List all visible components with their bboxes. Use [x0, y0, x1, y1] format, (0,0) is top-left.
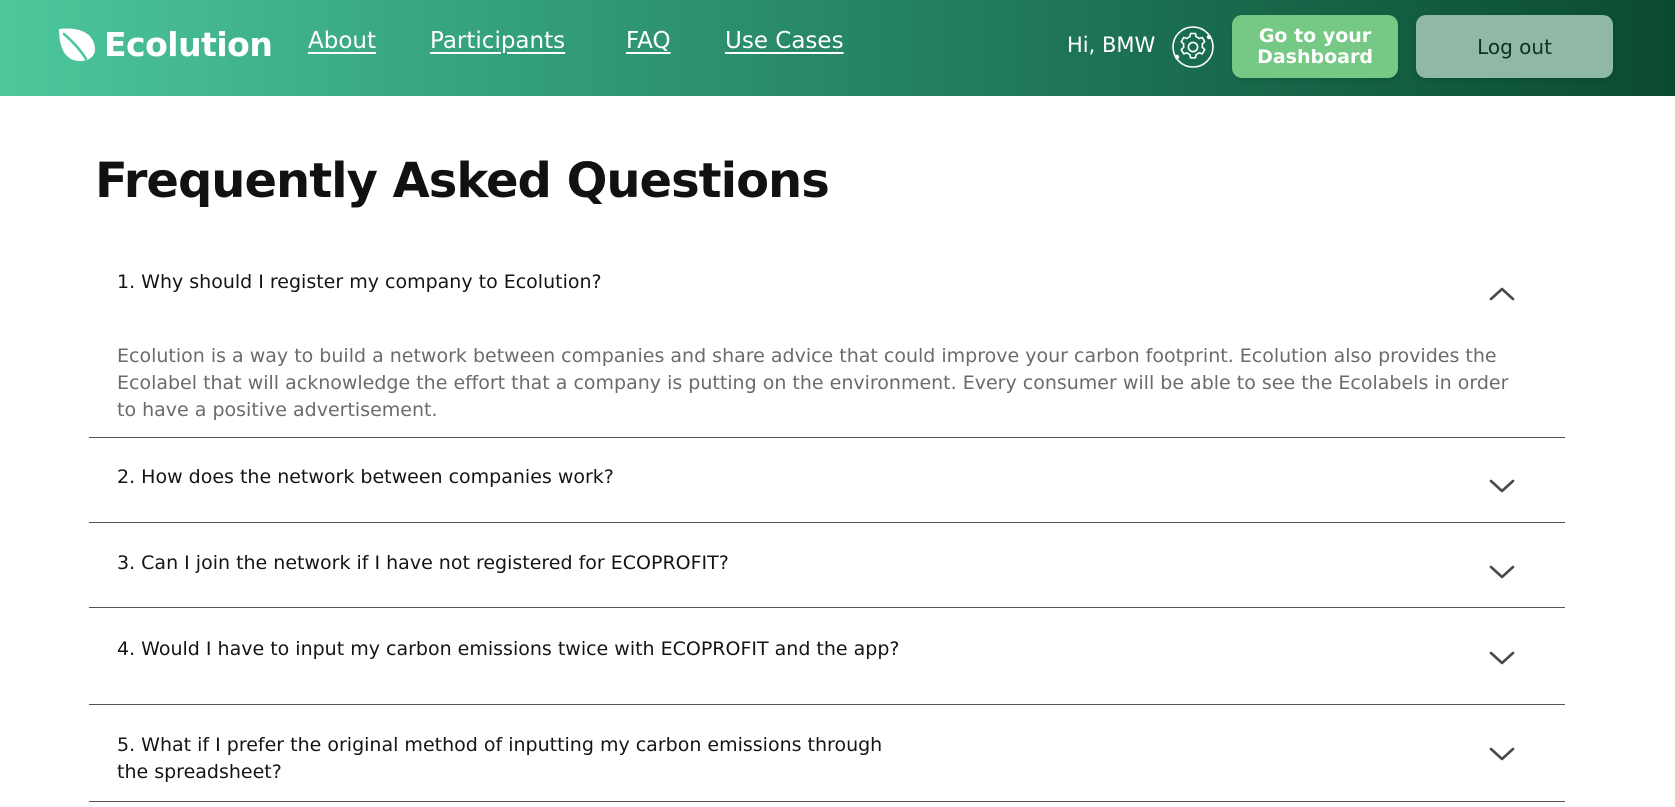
- faq-question[interactable]: 5. What if I prefer the original method …: [117, 732, 917, 786]
- brand-name: Ecolution: [104, 24, 273, 64]
- chevron-down-icon[interactable]: [1487, 562, 1517, 582]
- nav-link-participants[interactable]: Participants: [430, 28, 565, 54]
- faq-item: 1. Why should I register my company to E…: [89, 266, 1565, 438]
- logout-button[interactable]: Log out: [1416, 15, 1613, 78]
- chevron-down-icon[interactable]: [1487, 648, 1517, 668]
- faq-question[interactable]: 2. How does the network between companie…: [117, 464, 917, 491]
- faq-item[interactable]: 3. Can I join the network if I have not …: [89, 545, 1565, 607]
- leaf-icon: [59, 28, 95, 61]
- top-navigation-bar: Ecolution About Participants FAQ Use Cas…: [0, 0, 1675, 96]
- faq-question[interactable]: 1. Why should I register my company to E…: [117, 269, 917, 296]
- nav-link-faq[interactable]: FAQ: [626, 28, 671, 54]
- faq-answer: Ecolution is a way to build a network be…: [117, 345, 1509, 421]
- faq-divider: [89, 607, 1565, 608]
- chevron-down-icon[interactable]: [1487, 744, 1517, 764]
- chevron-up-icon[interactable]: [1487, 284, 1517, 304]
- faq-question[interactable]: 3. Can I join the network if I have not …: [117, 550, 917, 577]
- settings-gear-icon[interactable]: [1170, 24, 1216, 70]
- faq-question[interactable]: 4. Would I have to input my carbon emiss…: [117, 636, 917, 663]
- nav-link-about[interactable]: About: [308, 28, 376, 54]
- page-title: Frequently Asked Questions: [95, 153, 830, 209]
- faq-divider: [89, 704, 1565, 705]
- chevron-down-icon[interactable]: [1487, 476, 1517, 496]
- faq-divider: [89, 801, 1565, 802]
- faq-divider: [89, 437, 1565, 438]
- faq-item[interactable]: 5. What if I prefer the original method …: [89, 727, 1565, 799]
- user-greeting: Hi, BMW: [1067, 33, 1156, 57]
- faq-item[interactable]: 2. How does the network between companie…: [89, 459, 1565, 521]
- faq-divider: [89, 522, 1565, 523]
- nav-link-use-cases[interactable]: Use Cases: [725, 28, 844, 54]
- faq-item[interactable]: 4. Would I have to input my carbon emiss…: [89, 631, 1565, 703]
- go-to-dashboard-button[interactable]: Go to your Dashboard: [1232, 15, 1398, 78]
- brand-logo[interactable]: Ecolution: [56, 20, 273, 68]
